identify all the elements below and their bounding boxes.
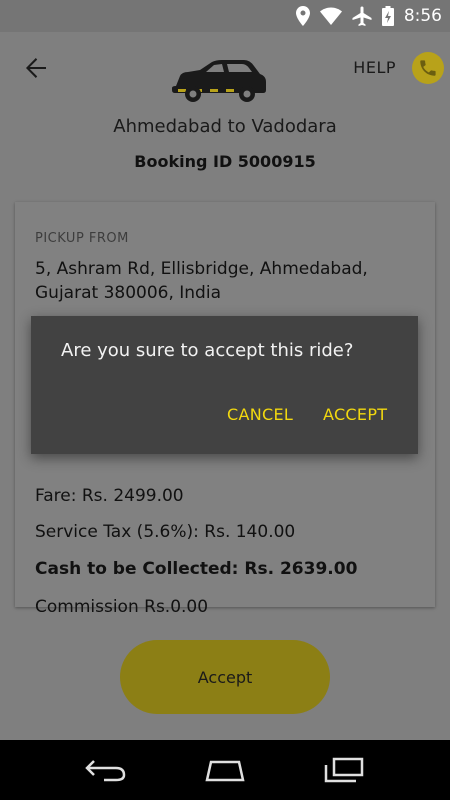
- dialog-cancel-button[interactable]: CANCEL: [227, 405, 293, 424]
- wifi-icon: [319, 7, 342, 25]
- location-icon: [295, 6, 310, 26]
- pickup-address: 5, Ashram Rd, Ellisbridge, Ahmedabad, Gu…: [35, 259, 368, 303]
- recents-icon: [325, 757, 364, 783]
- help-link[interactable]: HELP: [353, 58, 396, 77]
- status-bar: 8:56: [0, 0, 450, 32]
- dialog-message: Are you sure to accept this ride?: [61, 340, 354, 361]
- system-nav-bar: [0, 740, 450, 800]
- fare-amount: Fare: Rs. 2499.00: [35, 486, 184, 506]
- car-logo-icon: [170, 60, 268, 104]
- home-icon: [205, 760, 245, 782]
- airplane-icon: [352, 6, 372, 26]
- nav-back-button[interactable]: [82, 752, 130, 788]
- nav-home-button[interactable]: [201, 752, 249, 788]
- accept-ride-button[interactable]: Accept: [120, 640, 330, 714]
- dialog-accept-button[interactable]: ACCEPT: [323, 405, 387, 424]
- nav-recents-button[interactable]: [320, 752, 368, 788]
- cash-to-collect: Cash to be Collected: Rs. 2639.00: [35, 559, 358, 579]
- back-icon: [84, 760, 125, 782]
- phone-icon: [420, 60, 436, 76]
- call-button[interactable]: [412, 52, 444, 84]
- service-tax: Service Tax (5.6%): Rs. 140.00: [35, 522, 296, 542]
- battery-charging-icon: [381, 6, 394, 26]
- booking-id: Booking ID 5000915: [134, 152, 316, 171]
- confirm-accept-dialog: Are you sure to accept this ride? CANCEL…: [31, 316, 418, 454]
- route-title: Ahmedabad to Vadodara: [113, 116, 337, 137]
- arrow-left-icon: [26, 58, 46, 78]
- commission: Commission Rs.0.00: [35, 597, 209, 617]
- status-time: 8:56: [403, 6, 442, 26]
- back-button[interactable]: [22, 54, 50, 82]
- pickup-label: PICKUP FROM: [35, 231, 129, 246]
